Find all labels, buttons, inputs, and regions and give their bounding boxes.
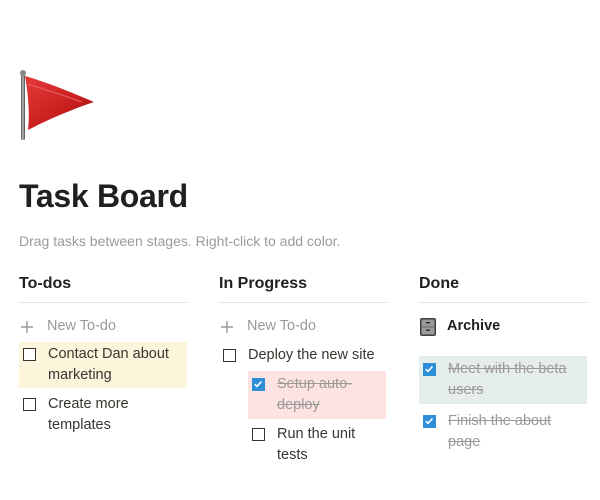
task-text-line: Meet with the beta	[448, 361, 567, 377]
task-text: Run the unit tests	[277, 424, 355, 466]
task-text-line: marketing	[48, 367, 112, 383]
task-text: Create more templates	[48, 394, 129, 436]
checkmark-icon	[254, 381, 262, 388]
checkmark-icon	[425, 418, 433, 425]
file-cabinet-icon	[420, 317, 436, 336]
task-text: Finish the about page	[448, 411, 551, 453]
task-text-line: Setup auto-	[277, 376, 352, 392]
task-checkbox-checked[interactable]	[423, 363, 436, 376]
task-text: Contact Dan about marketing	[48, 344, 169, 386]
archive-label: Archive	[447, 318, 501, 334]
task-item[interactable]: Create more templates	[19, 394, 187, 438]
new-todo-label: New To-do	[247, 318, 317, 334]
task-text-line: Finish the about	[448, 413, 552, 429]
column-todos: To-dos New To-do Contact Dan about marke…	[19, 270, 187, 433]
new-todo-button[interactable]: New To-do	[219, 316, 387, 337]
task-text-line: deploy	[277, 397, 320, 413]
new-todo-button[interactable]: New To-do	[19, 316, 187, 337]
task-item[interactable]: Finish the about page	[419, 409, 587, 455]
column-in-progress: In Progress New To-do Deploy the new sit…	[219, 270, 387, 463]
task-text: Meet with the beta users	[448, 359, 567, 401]
red-flag-icon	[20, 70, 94, 140]
task-checkbox-checked[interactable]	[423, 415, 436, 428]
page-title: Task Board	[19, 178, 188, 214]
column-header-in-progress: In Progress	[219, 270, 387, 303]
subtask-item[interactable]: Run the unit tests	[248, 424, 386, 468]
task-checkbox[interactable]	[252, 428, 265, 441]
plus-icon	[219, 316, 235, 337]
task-text-line: page	[448, 434, 481, 450]
task-checkbox[interactable]	[223, 349, 236, 362]
new-todo-label: New To-do	[47, 318, 117, 334]
task-text-line: tests	[277, 447, 308, 463]
task-checkbox[interactable]	[23, 398, 36, 411]
task-text-line: users	[448, 382, 484, 398]
page-description: Drag tasks between stages. Right-click t…	[19, 233, 341, 249]
task-text-line: Create more	[48, 396, 129, 412]
plus-icon	[19, 316, 35, 337]
task-text: Deploy the new site	[248, 347, 375, 363]
column-header-done: Done	[419, 270, 587, 303]
task-text: Setup auto- deploy	[277, 374, 352, 416]
column-done: Done Archive Meet with the beta users Fi…	[419, 270, 587, 450]
column-header-todos: To-dos	[19, 270, 187, 303]
task-text-line: templates	[48, 417, 111, 433]
task-item[interactable]: Meet with the beta users	[419, 356, 587, 404]
task-text-line: Contact Dan about	[48, 346, 169, 362]
archive-link[interactable]: Archive	[419, 316, 587, 337]
task-checkbox-checked[interactable]	[252, 378, 265, 391]
subtask-item[interactable]: Setup auto- deploy	[248, 371, 386, 419]
task-item[interactable]: Contact Dan about marketing	[19, 342, 187, 388]
task-checkbox[interactable]	[23, 348, 36, 361]
task-text-line: Run the unit	[277, 426, 356, 442]
checkmark-icon	[425, 366, 433, 373]
task-item[interactable]: Deploy the new site	[219, 345, 387, 366]
